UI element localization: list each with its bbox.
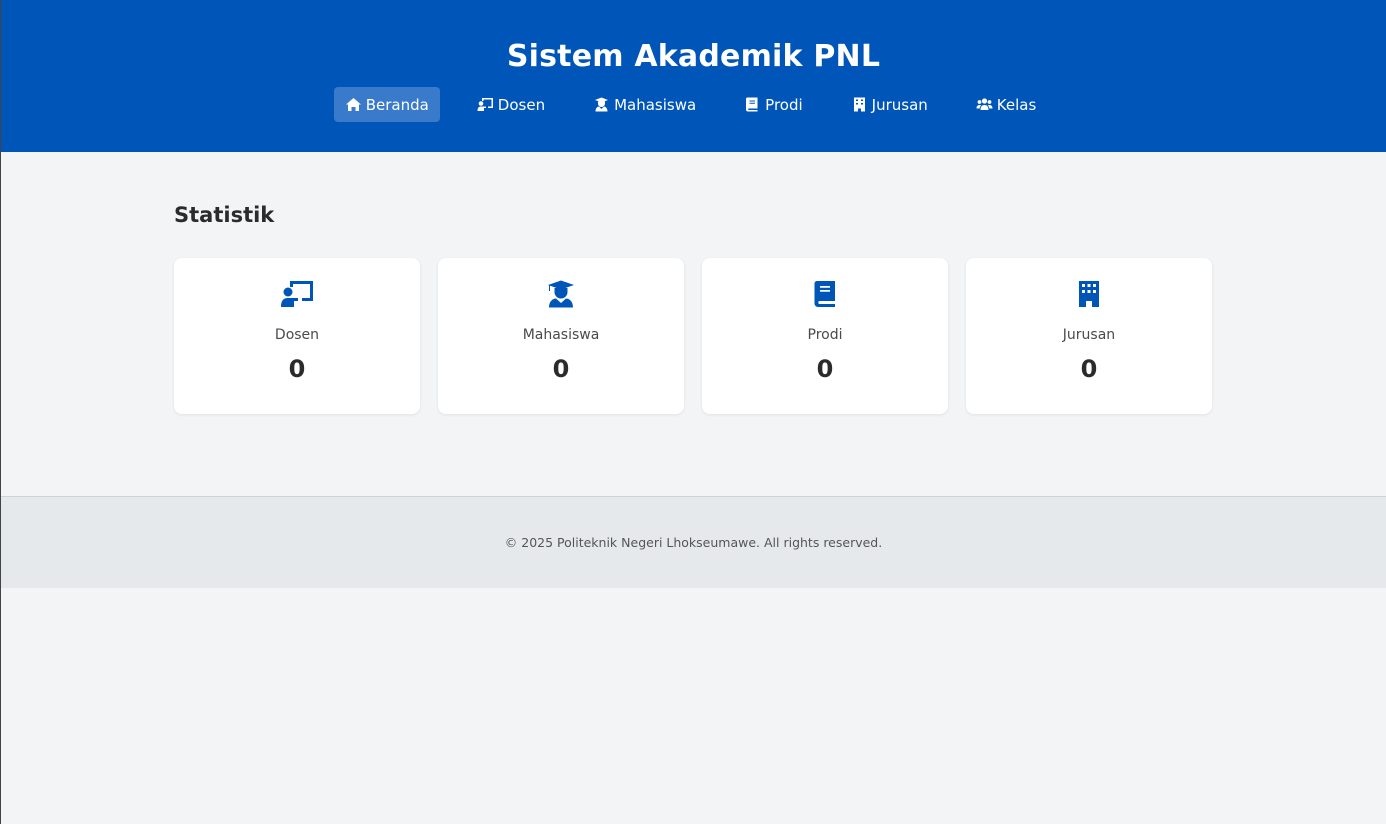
stat-value: 0 (816, 355, 834, 383)
stat-label: Mahasiswa (522, 327, 600, 343)
stat-cards: Dosen 0 Mahasiswa 0 Prodi 0 Jurusan 0 (174, 258, 1386, 414)
stat-value: 0 (1080, 355, 1098, 383)
graduate-icon (548, 280, 574, 308)
section-title: Statistik (174, 203, 275, 227)
chalkboard-teacher-icon (281, 281, 313, 307)
main-nav: Beranda Dosen Mahasiswa Prodi Jurusan Ke… (1, 87, 1386, 122)
stat-value: 0 (288, 355, 306, 383)
building-icon (1079, 281, 1099, 307)
nav-item-prodi[interactable]: Prodi (733, 87, 814, 122)
stat-label: Jurusan (1062, 327, 1116, 343)
chalkboard-teacher-icon (477, 98, 493, 111)
stat-card-dosen: Dosen 0 (174, 258, 420, 414)
nav-item-beranda[interactable]: Beranda (333, 87, 440, 122)
building-icon (853, 97, 865, 112)
stat-label: Dosen (274, 327, 320, 343)
nav-item-kelas[interactable]: Kelas (965, 87, 1048, 122)
stat-card-jurusan: Jurusan 0 (966, 258, 1212, 414)
book-icon (746, 97, 758, 112)
main-content: Statistik Dosen 0 Mahasiswa 0 Prodi 0 Ju… (1, 152, 1386, 496)
site-header: Sistem Akademik PNL Beranda Dosen Mahasi… (1, 0, 1386, 152)
nav-label: Jurusan (871, 95, 928, 114)
users-icon (976, 98, 993, 110)
stat-card-mahasiswa: Mahasiswa 0 (438, 258, 684, 414)
stat-card-prodi: Prodi 0 (702, 258, 948, 414)
nav-label: Mahasiswa (614, 95, 697, 114)
book-icon (814, 281, 835, 307)
nav-item-mahasiswa[interactable]: Mahasiswa (582, 87, 707, 122)
nav-label: Dosen (497, 95, 546, 114)
graduate-icon (595, 97, 609, 112)
nav-label: Prodi (765, 95, 803, 114)
nav-label: Kelas (996, 95, 1037, 114)
nav-item-dosen[interactable]: Dosen (466, 87, 556, 122)
site-title: Sistem Akademik PNL (506, 39, 881, 74)
copyright-text: © 2025 Politeknik Negeri Lhokseumawe. Al… (504, 535, 883, 550)
nav-label: Beranda (365, 95, 429, 114)
stat-value: 0 (552, 355, 570, 383)
home-icon (345, 98, 361, 111)
nav-item-jurusan[interactable]: Jurusan (840, 87, 939, 122)
site-footer: © 2025 Politeknik Negeri Lhokseumawe. Al… (1, 496, 1386, 588)
stat-label: Prodi (807, 327, 843, 343)
